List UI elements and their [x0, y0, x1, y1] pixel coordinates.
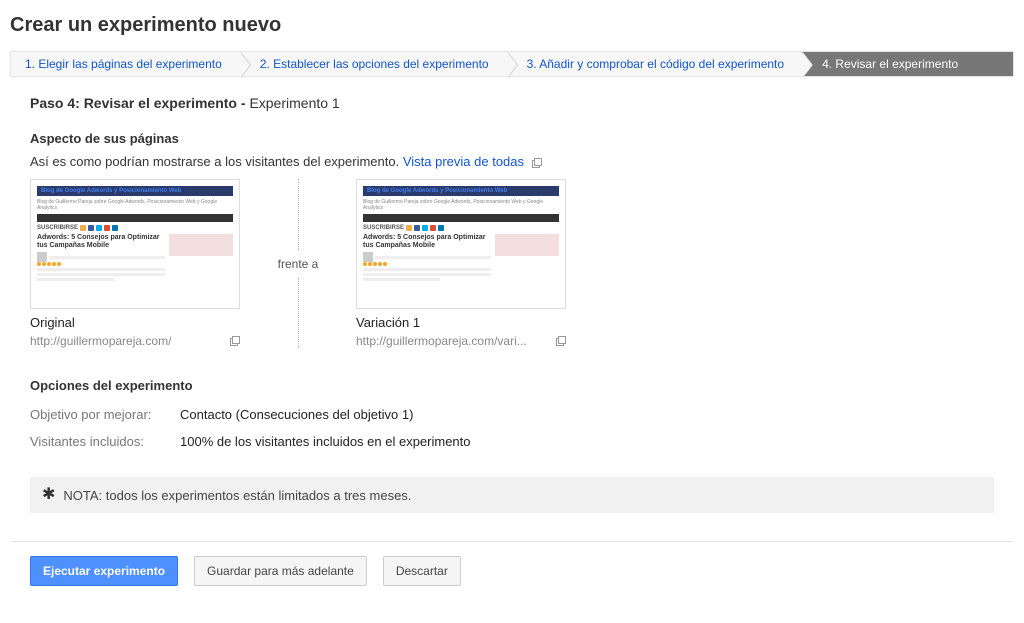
note-box: ✱ NOTA: todos los experimentos están lim…	[30, 477, 994, 513]
variation-label: Variación 1	[356, 315, 566, 330]
vs-divider: frente a	[258, 179, 338, 348]
options-table: Objetivo por mejorar: Contacto (Consecuc…	[30, 401, 994, 455]
thumb-title: Blog de Google Adwords y Posicionamiento…	[41, 188, 181, 194]
popout-icon[interactable]	[532, 158, 542, 168]
option-objective-value: Contacto (Consecuciones del objetivo 1)	[180, 407, 413, 422]
preview-all-link[interactable]: Vista previa de todas	[403, 154, 524, 169]
thumb-iconsrow: SUSCRIBIRSE	[37, 225, 233, 231]
step-2[interactable]: 2. Establecer las opciones del experimen…	[240, 52, 507, 76]
page-title: Crear un experimento nuevo	[10, 14, 1014, 37]
thumb-title-var: Blog de Google Adwords y Posicionamiento…	[367, 188, 507, 194]
option-objective-row: Objetivo por mejorar: Contacto (Consecuc…	[30, 401, 994, 428]
original-card: Blog de Google Adwords y Posicionamiento…	[30, 179, 240, 348]
variation-popout-icon[interactable]	[556, 336, 566, 346]
intro-text: Así es como podrían mostrarse a los visi…	[30, 154, 994, 169]
option-objective-label: Objetivo por mejorar:	[30, 407, 180, 422]
original-url: http://guillermopareja.com/	[30, 334, 171, 348]
variation-url: http://guillermopareja.com/vari...	[356, 334, 527, 348]
thumb-headline-var: Adwords: 5 Consejos para Optimizar tus C…	[363, 234, 491, 249]
step-1[interactable]: 1. Elegir las páginas del experimento	[11, 52, 240, 76]
variation-card: Blog de Google Adwords y Posicionamiento…	[356, 179, 566, 348]
thumb-iconsrow-var: SUSCRIBIRSE	[363, 225, 559, 231]
compare-row: Blog de Google Adwords y Posicionamiento…	[30, 179, 994, 348]
footer-buttons: Ejecutar experimento Guardar para más ad…	[30, 542, 994, 596]
section-look-title: Aspecto de sus páginas	[30, 131, 994, 146]
option-visitors-row: Visitantes incluidos: 100% de los visita…	[30, 428, 994, 455]
thumb-subline: Blog de Guillermo Pareja sobre Google Ad…	[37, 199, 233, 211]
step-4: 4. Revisar el experimento	[802, 52, 1013, 76]
experiment-name: Experimento 1	[249, 95, 339, 111]
step-heading: Paso 4: Revisar el experimento - Experim…	[30, 95, 994, 111]
options-title: Opciones del experimento	[30, 378, 994, 393]
thumb-headline: Adwords: 5 Consejos para Optimizar tus C…	[37, 234, 165, 249]
step-heading-prefix: Paso 4: Revisar el experimento -	[30, 95, 249, 111]
note-text: NOTA: todos los experimentos están limit…	[63, 488, 411, 503]
original-popout-icon[interactable]	[230, 336, 240, 346]
run-experiment-button[interactable]: Ejecutar experimento	[30, 556, 178, 586]
star-icon: ✱	[42, 487, 55, 503]
option-visitors-label: Visitantes incluidos:	[30, 434, 180, 449]
discard-button[interactable]: Descartar	[383, 556, 461, 586]
intro-text-content: Así es como podrían mostrarse a los visi…	[30, 154, 403, 169]
original-label: Original	[30, 315, 240, 330]
thumb-nav	[37, 214, 233, 222]
vs-label: frente a	[278, 251, 319, 277]
variation-thumb[interactable]: Blog de Google Adwords y Posicionamiento…	[356, 179, 566, 309]
thumb-subline-var: Blog de Guillermo Pareja sobre Google Ad…	[363, 199, 559, 211]
save-for-later-button[interactable]: Guardar para más adelante	[194, 556, 367, 586]
wizard-stepper: 1. Elegir las páginas del experimento 2.…	[10, 51, 1014, 77]
option-visitors-value: 100% de los visitantes incluidos en el e…	[180, 434, 471, 449]
original-thumb[interactable]: Blog de Google Adwords y Posicionamiento…	[30, 179, 240, 309]
thumb-nav-var	[363, 214, 559, 222]
step-3[interactable]: 3. Añadir y comprobar el código del expe…	[507, 52, 802, 76]
